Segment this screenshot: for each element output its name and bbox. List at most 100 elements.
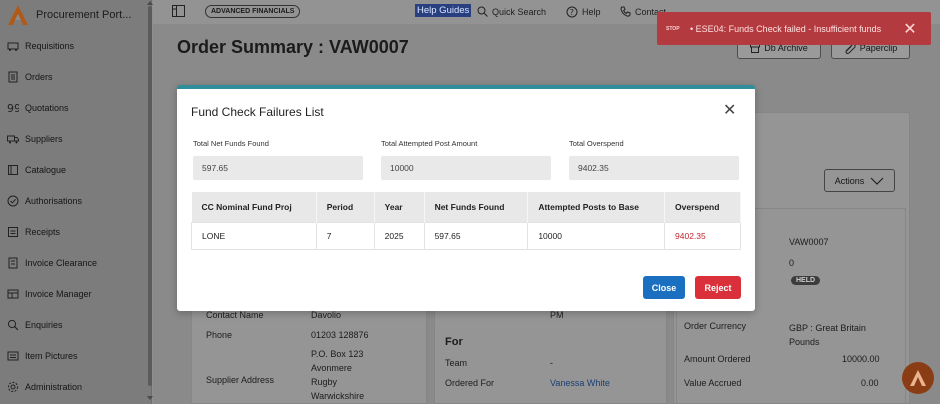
sidebar-item-label: Requisitions [25,40,75,51]
column-header[interactable]: Net Funds Found [424,192,529,222]
pm-text: PM [550,310,564,320]
table-row: LONE 7 2025 597.65 10000 9402.35 [191,221,741,250]
modal-close-icon[interactable]: ✕ [723,103,736,119]
phone-value: 01203 128876 [311,330,369,340]
brand-mark-icon [910,370,926,386]
address-line: Warwickshire [311,391,365,401]
value-accrued-value: 0.00 [861,378,879,388]
sidebar-item-suppliers[interactable]: Suppliers [0,123,151,154]
requisitions-icon [7,40,19,52]
address-line: P.O. Box 123 [311,349,364,359]
table-cell: 2025 [373,221,425,250]
sidebar-item-quotations[interactable]: 99 Quotations [0,92,151,123]
ordered-for-label: Ordered For [445,378,495,388]
help-link[interactable]: ? Help [566,6,601,18]
order-ref-value: VAW0007 [789,237,829,247]
total-attempted-post-label: Total Attempted Post Amount [381,139,478,148]
help-label: Help [582,7,601,17]
total-net-funds-field: 597.65 [193,156,363,180]
receipts-icon [7,226,19,238]
sidebar-item-item-pictures[interactable]: Item Pictures [0,340,151,371]
table-cell: 10000 [527,221,666,250]
enquiries-icon [7,319,19,331]
authorisations-icon [7,195,19,207]
actions-button[interactable]: Actions [824,169,895,192]
table-cell: 597.65 [423,221,529,250]
orders-icon [7,71,19,83]
error-toast: STOP • ESE04: Funds Check failed - Insuf… [657,12,931,45]
column-header[interactable]: CC Nominal Fund Proj [191,192,317,222]
total-net-funds-label: Total Net Funds Found [193,139,269,148]
column-header[interactable]: Period [316,192,375,222]
sidebar-item-administration[interactable]: Administration [0,371,151,402]
sidebar: Procurement Port... Requisitions Orders … [0,0,153,404]
toast-close-icon[interactable]: ✕ [901,19,919,39]
supplier-address-label: Supplier Address [206,375,275,385]
address-line: Avonmere [311,363,352,373]
brand-logo-icon [8,5,28,25]
value-accrued-label: Value Accrued [684,378,742,388]
sidebar-item-label: Orders [25,71,53,82]
sidebar-item-label: Invoice Clearance [25,257,98,268]
contact-name-value: Davolio [311,310,342,320]
sidebar-item-requisitions[interactable]: Requisitions [0,30,151,61]
fund-check-modal: Fund Check Failures List ✕ Total Net Fun… [177,85,755,311]
sidebar-item-label: Quotations [25,102,69,113]
sidebar-item-invoice-clearance[interactable]: Invoice Clearance [0,247,151,278]
actions-label: Actions [834,175,865,186]
order-currency-value: GBP : Great Britain Pounds [789,323,866,347]
team-label: Team [445,358,468,368]
brand[interactable]: Procurement Port... [0,0,151,30]
order-currency-label: Order Currency [684,321,747,331]
svg-text:99: 99 [7,102,19,114]
help-guides-link[interactable]: Help Guides [415,4,472,17]
overspend-cell: 9402.35 [664,221,741,250]
sidebar-item-authorisations[interactable]: Authorisations [0,185,151,216]
toast-message: • ESE04: Funds Check failed - Insufficie… [690,23,882,34]
for-heading: For [445,336,463,348]
stop-icon: STOP [666,25,680,32]
table-cell: LONE [191,221,317,250]
advanced-financials-badge[interactable]: ADVANCED FINANCIALS [205,5,301,18]
close-button[interactable]: Close [643,276,685,299]
panel-toggle-icon[interactable] [172,5,185,17]
search-icon [477,6,488,17]
sidebar-item-orders[interactable]: Orders [0,61,151,92]
administration-icon [7,381,19,393]
invoice-manager-icon [7,288,19,300]
sidebar-item-label: Receipts [25,226,61,237]
phone-icon [620,6,631,17]
sidebar-item-label: Invoice Manager [25,288,92,299]
table-cell: 7 [315,221,375,250]
column-header[interactable]: Year [374,192,425,222]
help-icon: ? [566,6,578,18]
reject-button[interactable]: Reject [695,276,741,299]
table-header-row: CC Nominal Fund Proj Period Year Net Fun… [191,192,741,222]
sidebar-item-invoice-manager[interactable]: Invoice Manager [0,278,151,309]
catalogue-icon [7,164,19,176]
zero-value: 0 [789,258,795,268]
modal-title: Fund Check Failures List [191,105,324,119]
column-header[interactable]: Attempted Posts to Base [527,192,666,222]
ordered-for-link[interactable]: Vanessa White [550,378,610,388]
suppliers-icon [7,133,19,145]
chevron-down-icon [870,177,884,185]
column-header[interactable]: Overspend [664,192,741,222]
quotations-icon: 99 [7,102,19,114]
sidebar-item-catalogue[interactable]: Catalogue [0,154,151,185]
quick-search-label: Quick Search [492,6,547,17]
sidebar-scrollbar[interactable] [147,1,153,402]
total-overspend-label: Total Overspend [569,139,624,148]
total-overspend-field: 9402.35 [569,156,739,180]
scrollbar-thumb[interactable] [148,6,152,386]
amount-ordered-value: 10000.00 [842,354,880,364]
sidebar-item-receipts[interactable]: Receipts [0,216,151,247]
fund-failures-table: CC Nominal Fund Proj Period Year Net Fun… [191,192,741,250]
sidebar-item-label: Authorisations [25,195,83,206]
sidebar-item-enquiries[interactable]: Enquiries [0,309,151,340]
quick-search-link[interactable]: Quick Search [477,6,546,17]
contact-name-label: Contact Name [206,310,264,320]
total-attempted-post-field: 10000 [381,156,551,180]
assistant-launcher-icon[interactable] [902,362,934,394]
item-pictures-icon [7,350,19,362]
